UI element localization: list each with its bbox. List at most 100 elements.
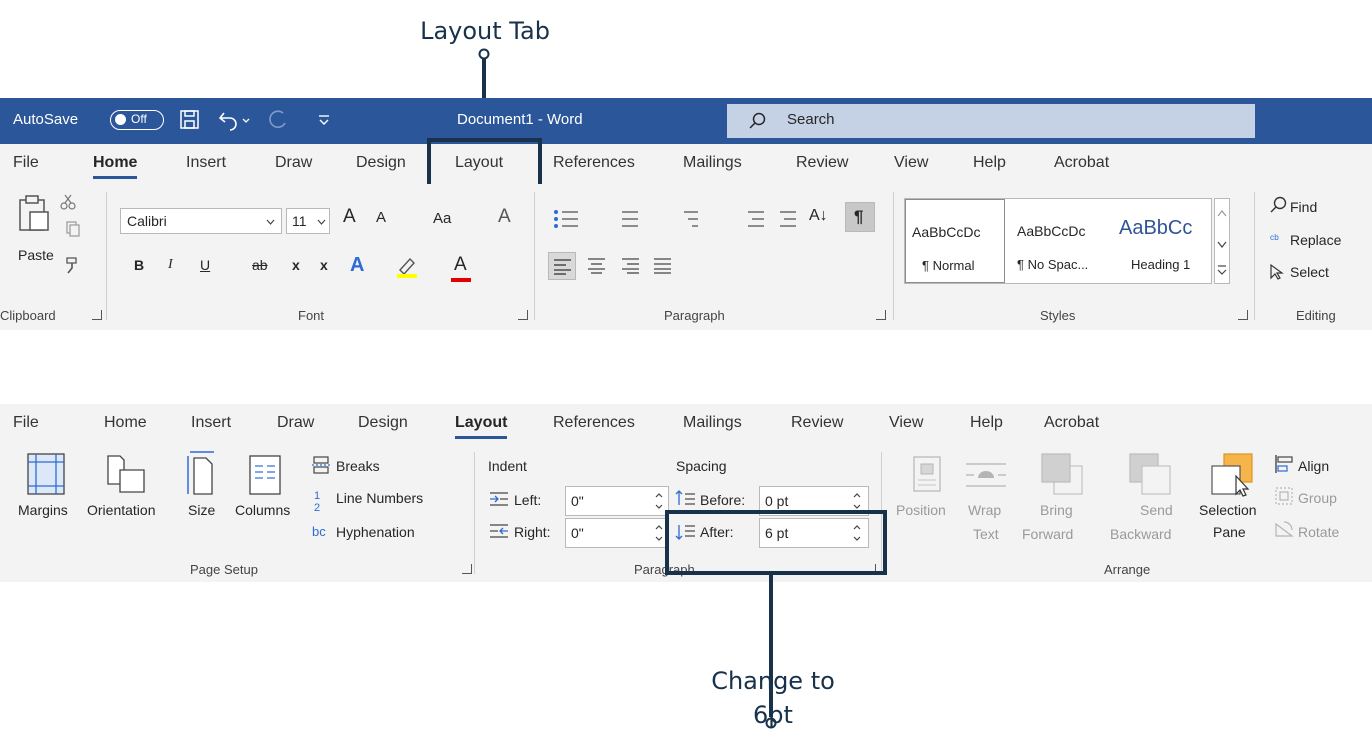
align-left-button[interactable] — [548, 252, 576, 280]
tab-layout[interactable]: Layout — [455, 414, 508, 439]
position-icon[interactable] — [913, 456, 941, 492]
wrap-label[interactable]: Wrap — [968, 502, 1001, 518]
tab-file[interactable]: File — [13, 414, 39, 432]
tab-design[interactable]: Design — [358, 414, 408, 432]
sort-icon[interactable]: A↓ — [809, 207, 828, 225]
spinner-icon[interactable] — [654, 523, 664, 543]
align-buttons-icon[interactable] — [588, 258, 708, 274]
rotate-button[interactable]: Rotate — [1298, 524, 1339, 540]
tab-review[interactable]: Review — [796, 154, 848, 172]
paste-icon[interactable] — [18, 194, 50, 232]
margins-label[interactable]: Margins — [18, 502, 68, 518]
tab-acrobat[interactable]: Acrobat — [1054, 154, 1109, 172]
font-size-box[interactable]: 11 — [286, 208, 330, 234]
bring-label-2[interactable]: Forward — [1022, 526, 1073, 542]
font-color-button[interactable]: A — [454, 254, 467, 276]
selection-label-2[interactable]: Pane — [1213, 524, 1246, 540]
italic-button[interactable]: I — [168, 257, 173, 273]
tab-review[interactable]: Review — [791, 414, 843, 432]
tab-mailings[interactable]: Mailings — [683, 414, 742, 432]
tab-help[interactable]: Help — [970, 414, 1003, 432]
indent-left-input[interactable]: 0" — [565, 486, 669, 516]
styles-gallery[interactable]: AaBbCcDc ¶ Normal AaBbCcDc ¶ No Spac... … — [904, 198, 1212, 284]
orientation-label[interactable]: Orientation — [87, 502, 155, 518]
page-setup-launcher-icon[interactable] — [462, 564, 472, 574]
breaks-button[interactable]: Breaks — [336, 458, 380, 474]
styles-scroll-icon[interactable] — [1214, 198, 1230, 284]
clipboard-launcher-icon[interactable] — [92, 310, 102, 320]
tab-insert[interactable]: Insert — [191, 414, 231, 432]
tab-draw[interactable]: Draw — [277, 414, 314, 432]
tab-view[interactable]: View — [889, 414, 923, 432]
style-no-spacing[interactable]: AaBbCcDc ¶ No Spac... — [1011, 199, 1109, 283]
style-heading-1[interactable]: AaBbCc Heading 1 — [1113, 199, 1211, 283]
tab-acrobat[interactable]: Acrobat — [1044, 414, 1099, 432]
replace-button[interactable]: Replace — [1290, 232, 1341, 248]
size-icon[interactable] — [186, 450, 216, 496]
list-buttons-icon[interactable] — [548, 206, 848, 232]
group-button[interactable]: Group — [1298, 490, 1337, 506]
font-launcher-icon[interactable] — [518, 310, 528, 320]
tab-design[interactable]: Design — [356, 154, 406, 172]
hyphenation-button[interactable]: Hyphenation — [336, 524, 415, 540]
send-label[interactable]: Send — [1140, 502, 1173, 518]
clear-formatting-button[interactable]: A — [498, 206, 511, 228]
grow-font-button[interactable]: A — [343, 206, 356, 228]
tab-draw[interactable]: Draw — [275, 154, 312, 172]
cut-icon[interactable] — [60, 194, 76, 210]
tab-insert[interactable]: Insert — [186, 154, 226, 172]
text-effects-button[interactable]: A — [350, 254, 364, 277]
align-button[interactable]: Align — [1298, 458, 1329, 474]
send-backward-icon[interactable] — [1128, 452, 1172, 496]
format-painter-icon[interactable] — [64, 256, 80, 274]
tab-file[interactable]: File — [13, 154, 39, 172]
bold-button[interactable]: B — [134, 257, 144, 273]
search-box[interactable]: Search — [727, 104, 1255, 138]
tab-home[interactable]: Home — [93, 154, 138, 179]
bring-forward-icon[interactable] — [1040, 452, 1084, 496]
columns-icon[interactable] — [248, 454, 282, 496]
shrink-font-button[interactable]: A — [376, 209, 386, 226]
wrap-text-icon[interactable] — [966, 462, 1006, 488]
spinner-icon[interactable] — [654, 491, 664, 511]
customize-toolbar-icon[interactable] — [318, 114, 330, 126]
highlight-icon[interactable] — [396, 256, 418, 278]
bring-label[interactable]: Bring — [1040, 502, 1073, 518]
paste-label[interactable]: Paste — [18, 247, 54, 263]
subscript-button[interactable]: x — [292, 257, 300, 273]
margins-icon[interactable] — [26, 452, 66, 496]
tab-references[interactable]: References — [553, 154, 635, 172]
font-name-box[interactable]: Calibri — [120, 208, 282, 234]
copy-icon[interactable] — [66, 221, 80, 237]
styles-launcher-icon[interactable] — [1238, 310, 1248, 320]
undo-icon[interactable] — [218, 109, 252, 131]
show-marks-button[interactable]: ¶ — [845, 202, 875, 232]
superscript-button[interactable]: x — [320, 257, 328, 273]
orientation-icon[interactable] — [104, 454, 150, 496]
selection-pane-icon[interactable] — [1210, 452, 1256, 498]
underline-button[interactable]: U — [200, 257, 210, 273]
selection-label[interactable]: Selection — [1199, 502, 1257, 518]
tab-home[interactable]: Home — [104, 414, 147, 432]
style-normal[interactable]: AaBbCcDc ¶ Normal — [905, 199, 1005, 283]
paragraph-launcher-icon[interactable] — [876, 310, 886, 320]
size-label[interactable]: Size — [188, 502, 215, 518]
columns-label[interactable]: Columns — [235, 502, 290, 518]
indent-right-input[interactable]: 0" — [565, 518, 669, 548]
find-button[interactable]: Find — [1290, 199, 1317, 215]
change-case-button[interactable]: Aa — [433, 210, 451, 227]
strikethrough-button[interactable]: ab — [252, 257, 268, 273]
save-icon[interactable] — [180, 110, 200, 130]
tab-references[interactable]: References — [553, 414, 635, 432]
select-button[interactable]: Select — [1290, 264, 1329, 280]
wrap-label-2[interactable]: Text — [973, 526, 999, 542]
autosave-toggle[interactable]: Off — [110, 110, 164, 130]
redo-icon[interactable] — [267, 109, 289, 131]
spinner-icon[interactable] — [852, 491, 862, 511]
tab-help[interactable]: Help — [973, 154, 1006, 172]
position-label[interactable]: Position — [896, 502, 946, 518]
send-label-2[interactable]: Backward — [1110, 526, 1171, 542]
tab-mailings[interactable]: Mailings — [683, 154, 742, 172]
line-numbers-button[interactable]: Line Numbers — [336, 490, 423, 506]
tab-view[interactable]: View — [894, 154, 928, 172]
